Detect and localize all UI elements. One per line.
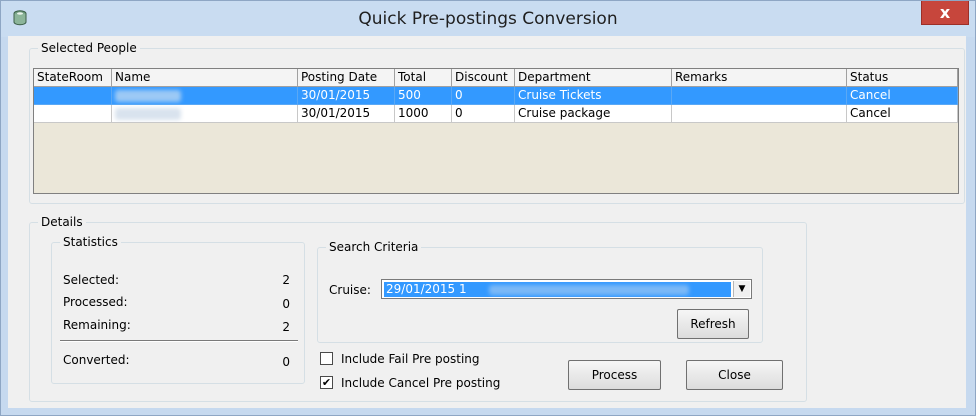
selected-count-label: Selected: xyxy=(63,273,120,287)
column-header-department[interactable]: Department xyxy=(515,69,672,87)
cell-posting-date: 30/01/2015 xyxy=(298,105,395,123)
cell-stateroom xyxy=(34,105,112,123)
close-window-button[interactable]: x xyxy=(921,1,969,25)
cruise-select[interactable]: 29/01/2015 1 ▼ xyxy=(381,279,752,299)
chevron-down-icon[interactable]: ▼ xyxy=(733,281,750,297)
table-row[interactable]: 30/01/2015 1000 0 Cruise package Cancel xyxy=(34,105,958,123)
selected-people-label: Selected People xyxy=(38,41,140,55)
redacted-cruise-name xyxy=(488,284,689,295)
cell-discount: 0 xyxy=(452,105,515,123)
selected-people-grid[interactable]: StateRoom Name Posting Date Total Discou… xyxy=(33,68,959,194)
grid-header: StateRoom Name Posting Date Total Discou… xyxy=(34,69,958,87)
column-header-discount[interactable]: Discount xyxy=(452,69,515,87)
cell-total: 500 xyxy=(395,87,452,105)
process-button[interactable]: Process xyxy=(568,360,661,390)
cruise-value-text: 29/01/2015 1 xyxy=(386,282,467,296)
cell-status: Cancel xyxy=(847,87,958,105)
cell-stateroom xyxy=(34,87,112,105)
cruise-selected-value: 29/01/2015 1 xyxy=(384,282,731,297)
selected-count-value: 2 xyxy=(282,273,290,287)
statistics-divider xyxy=(60,340,298,342)
cell-discount: 0 xyxy=(452,87,515,105)
cell-posting-date: 30/01/2015 xyxy=(298,87,395,105)
remaining-count-value: 2 xyxy=(282,320,290,334)
column-header-remarks[interactable]: Remarks xyxy=(672,69,847,87)
include-fail-checkbox[interactable] xyxy=(320,352,333,365)
statistics-label: Statistics xyxy=(60,235,121,249)
processed-count-label: Processed: xyxy=(63,295,128,309)
include-cancel-label[interactable]: Include Cancel Pre posting xyxy=(341,376,500,390)
include-cancel-checkbox[interactable]: ✔ xyxy=(320,376,333,389)
processed-count-value: 0 xyxy=(282,297,290,311)
title-bar[interactable]: Quick Pre-postings Conversion x xyxy=(1,1,975,37)
details-label: Details xyxy=(38,215,86,229)
refresh-button[interactable]: Refresh xyxy=(677,309,749,339)
remaining-count-label: Remaining: xyxy=(63,318,131,332)
column-header-stateroom[interactable]: StateRoom xyxy=(34,69,112,87)
cell-remarks xyxy=(672,105,847,123)
close-button[interactable]: Close xyxy=(686,360,783,390)
cell-total: 1000 xyxy=(395,105,452,123)
include-fail-label[interactable]: Include Fail Pre posting xyxy=(341,352,480,366)
cell-name xyxy=(112,87,298,105)
converted-count-label: Converted: xyxy=(63,353,130,367)
cruise-label: Cruise: xyxy=(329,283,371,297)
converted-count-value: 0 xyxy=(282,355,290,369)
table-row[interactable]: 30/01/2015 500 0 Cruise Tickets Cancel xyxy=(34,87,958,105)
cell-department: Cruise package xyxy=(515,105,672,123)
column-header-posting-date[interactable]: Posting Date xyxy=(298,69,395,87)
column-header-total[interactable]: Total xyxy=(395,69,452,87)
redacted-name xyxy=(115,108,181,120)
cell-name xyxy=(112,105,298,123)
cell-remarks xyxy=(672,87,847,105)
cell-status: Cancel xyxy=(847,105,958,123)
cell-department: Cruise Tickets xyxy=(515,87,672,105)
search-criteria-label: Search Criteria xyxy=(326,240,422,254)
redacted-name xyxy=(115,90,181,102)
column-header-name[interactable]: Name xyxy=(112,69,298,87)
window-title: Quick Pre-postings Conversion xyxy=(358,9,618,29)
column-header-status[interactable]: Status xyxy=(847,69,958,87)
